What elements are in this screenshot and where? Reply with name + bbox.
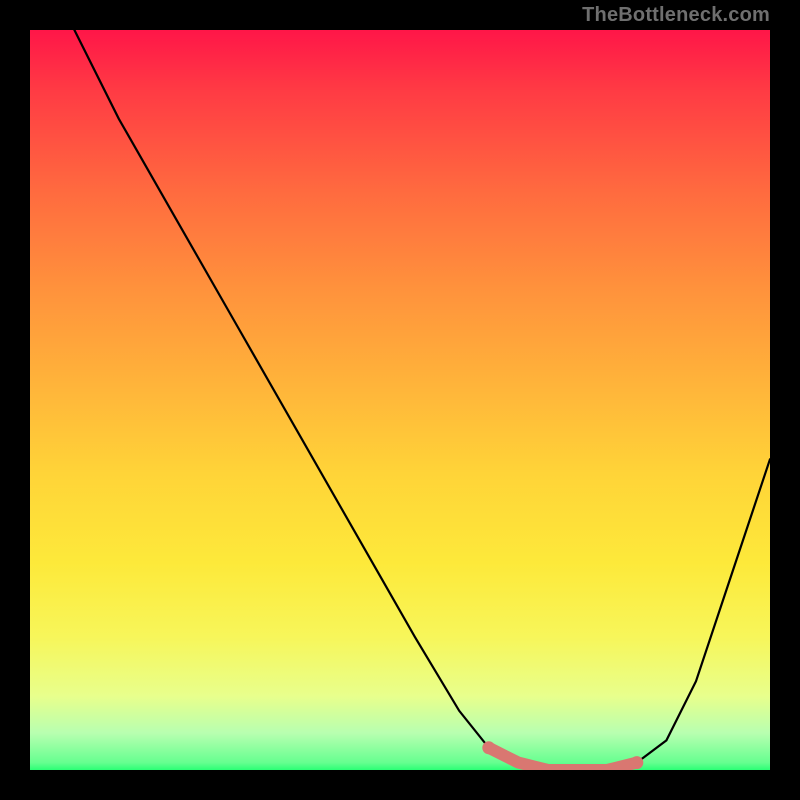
chart-highlight-segment [482, 741, 643, 770]
chart-frame: TheBottleneck.com [0, 0, 800, 800]
chart-svg-overlay [30, 30, 770, 770]
watermark-text: TheBottleneck.com [582, 4, 770, 27]
chart-line [74, 30, 770, 770]
